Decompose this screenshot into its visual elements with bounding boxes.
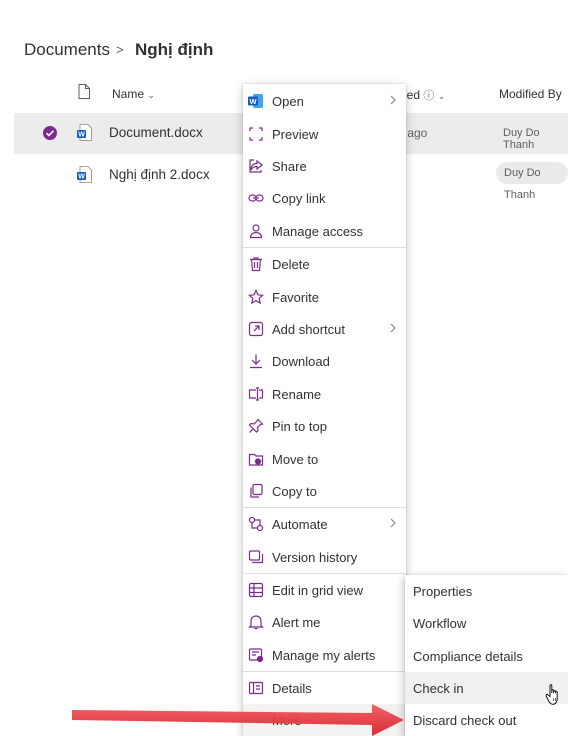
breadcrumb-root[interactable]: Documents — [24, 40, 110, 60]
menu-item-label: Favorite — [272, 289, 319, 305]
submenu-item-label: Properties — [413, 583, 473, 599]
menu-item-label: Open — [272, 93, 304, 109]
submenu-item-discard-check-out[interactable]: Discard check out — [405, 704, 568, 736]
modified-by-person[interactable]: Duy Do Thanh — [496, 162, 568, 201]
chevron-down-icon: ⌄ — [147, 90, 155, 100]
chevron-right-icon — [390, 95, 396, 105]
context-menu: W Open Preview Share Copy link Manage ac… — [243, 84, 406, 736]
more-submenu: Properties Workflow Compliance details C… — [405, 575, 568, 736]
chevron-down-icon: ⌄ — [437, 91, 446, 101]
menu-item-label: Alert me — [272, 614, 321, 630]
menu-item-label: Delete — [272, 256, 310, 272]
menu-item-label: Add shortcut — [272, 321, 345, 337]
menu-item-download[interactable]: Download — [243, 345, 406, 377]
menu-item-copy-to[interactable]: Copy to — [243, 475, 406, 507]
submenu-item-check-in[interactable]: Check in — [405, 672, 568, 704]
modified-by-person[interactable]: Duy Do Thanh — [503, 127, 568, 151]
preview-icon — [248, 126, 264, 142]
menu-item-add-shortcut[interactable]: Add shortcut — [243, 313, 406, 345]
menu-item-label: Rename — [272, 386, 322, 402]
file-name[interactable]: Nghị định 2.docx — [109, 167, 210, 182]
menu-item-manage-alerts[interactable]: Manage my alerts — [243, 639, 406, 671]
file-name[interactable]: Document.docx — [109, 125, 203, 140]
submenu-item-label: Check in — [413, 680, 464, 696]
alerts-icon — [248, 647, 264, 663]
download-icon — [248, 353, 264, 369]
row-selected-check-icon[interactable] — [43, 126, 57, 140]
shortcut-icon — [248, 321, 264, 337]
menu-item-label: Manage access — [272, 223, 364, 239]
column-header-name[interactable]: Name ⌄ — [112, 87, 155, 101]
menu-item-preview[interactable]: Preview — [243, 118, 406, 150]
menu-item-alert-me[interactable]: Alert me — [243, 606, 406, 638]
submenu-item-properties[interactable]: Properties — [405, 575, 568, 607]
submenu-item-workflow[interactable]: Workflow — [405, 607, 568, 639]
column-header-modified-by[interactable]: Modified By — [499, 87, 562, 101]
menu-item-move-to[interactable]: Move to — [243, 443, 406, 475]
chevron-right-icon — [390, 323, 396, 333]
pin-icon — [248, 418, 264, 434]
menu-item-label: Preview — [272, 126, 319, 142]
breadcrumb-current: Nghị định — [135, 40, 214, 59]
menu-item-label: Download — [272, 353, 330, 369]
word-file-icon: W — [77, 124, 92, 141]
automate-icon — [248, 516, 264, 532]
menu-item-label: Share — [272, 158, 307, 174]
chevron-right-icon — [390, 518, 396, 528]
menu-item-label: Details — [272, 680, 312, 696]
svg-text:W: W — [78, 132, 85, 139]
file-type-header-icon[interactable] — [78, 84, 90, 99]
submenu-item-compliance-details[interactable]: Compliance details — [405, 640, 568, 672]
menu-item-rename[interactable]: Rename — [243, 378, 406, 410]
star-icon — [248, 289, 264, 305]
menu-item-delete[interactable]: Delete — [243, 248, 406, 280]
column-modified-by-label: Modified By — [499, 87, 562, 101]
submenu-item-label: Workflow — [413, 615, 467, 631]
hand-cursor-icon — [545, 684, 558, 705]
copy-icon — [248, 483, 264, 499]
trash-icon — [248, 256, 264, 272]
menu-item-share[interactable]: Share — [243, 150, 406, 182]
menu-item-version-history[interactable]: Version history — [243, 541, 406, 573]
share-icon — [248, 158, 264, 174]
svg-text:W: W — [249, 97, 257, 106]
menu-item-favorite[interactable]: Favorite — [243, 281, 406, 313]
rename-icon — [248, 386, 264, 402]
menu-item-label: Pin to top — [272, 418, 327, 434]
bell-icon — [248, 614, 264, 630]
breadcrumb-separator: > — [116, 42, 124, 57]
link-icon — [248, 190, 264, 206]
submenu-item-label: Compliance details — [413, 648, 523, 664]
details-icon — [248, 680, 264, 696]
annotation-arrow-icon — [72, 704, 404, 736]
menu-item-label: Manage my alerts — [272, 647, 376, 663]
info-icon: ⓘ — [423, 90, 435, 102]
person-icon — [248, 223, 264, 239]
menu-item-manage-access[interactable]: Manage access — [243, 215, 406, 247]
column-name-label: Name — [112, 87, 145, 101]
menu-item-automate[interactable]: Automate — [243, 508, 406, 540]
menu-item-edit-grid-view[interactable]: Edit in grid view — [243, 574, 406, 606]
menu-item-label: Copy to — [272, 483, 317, 499]
history-icon — [248, 549, 264, 565]
menu-item-copy-link[interactable]: Copy link — [243, 182, 406, 214]
menu-item-open[interactable]: W Open — [243, 85, 406, 117]
word-file-icon: W — [77, 166, 92, 183]
menu-item-pin-to-top[interactable]: Pin to top — [243, 410, 406, 442]
svg-text:W: W — [78, 174, 85, 181]
menu-item-label: Version history — [272, 549, 358, 565]
menu-item-label: Automate — [272, 516, 328, 532]
grid-icon — [248, 582, 264, 598]
submenu-item-label: Discard check out — [413, 712, 517, 728]
word-icon: W — [248, 93, 264, 109]
menu-item-label: Move to — [272, 451, 319, 467]
menu-item-label: Edit in grid view — [272, 582, 364, 598]
menu-item-label: Copy link — [272, 190, 326, 206]
move-icon — [248, 451, 264, 467]
